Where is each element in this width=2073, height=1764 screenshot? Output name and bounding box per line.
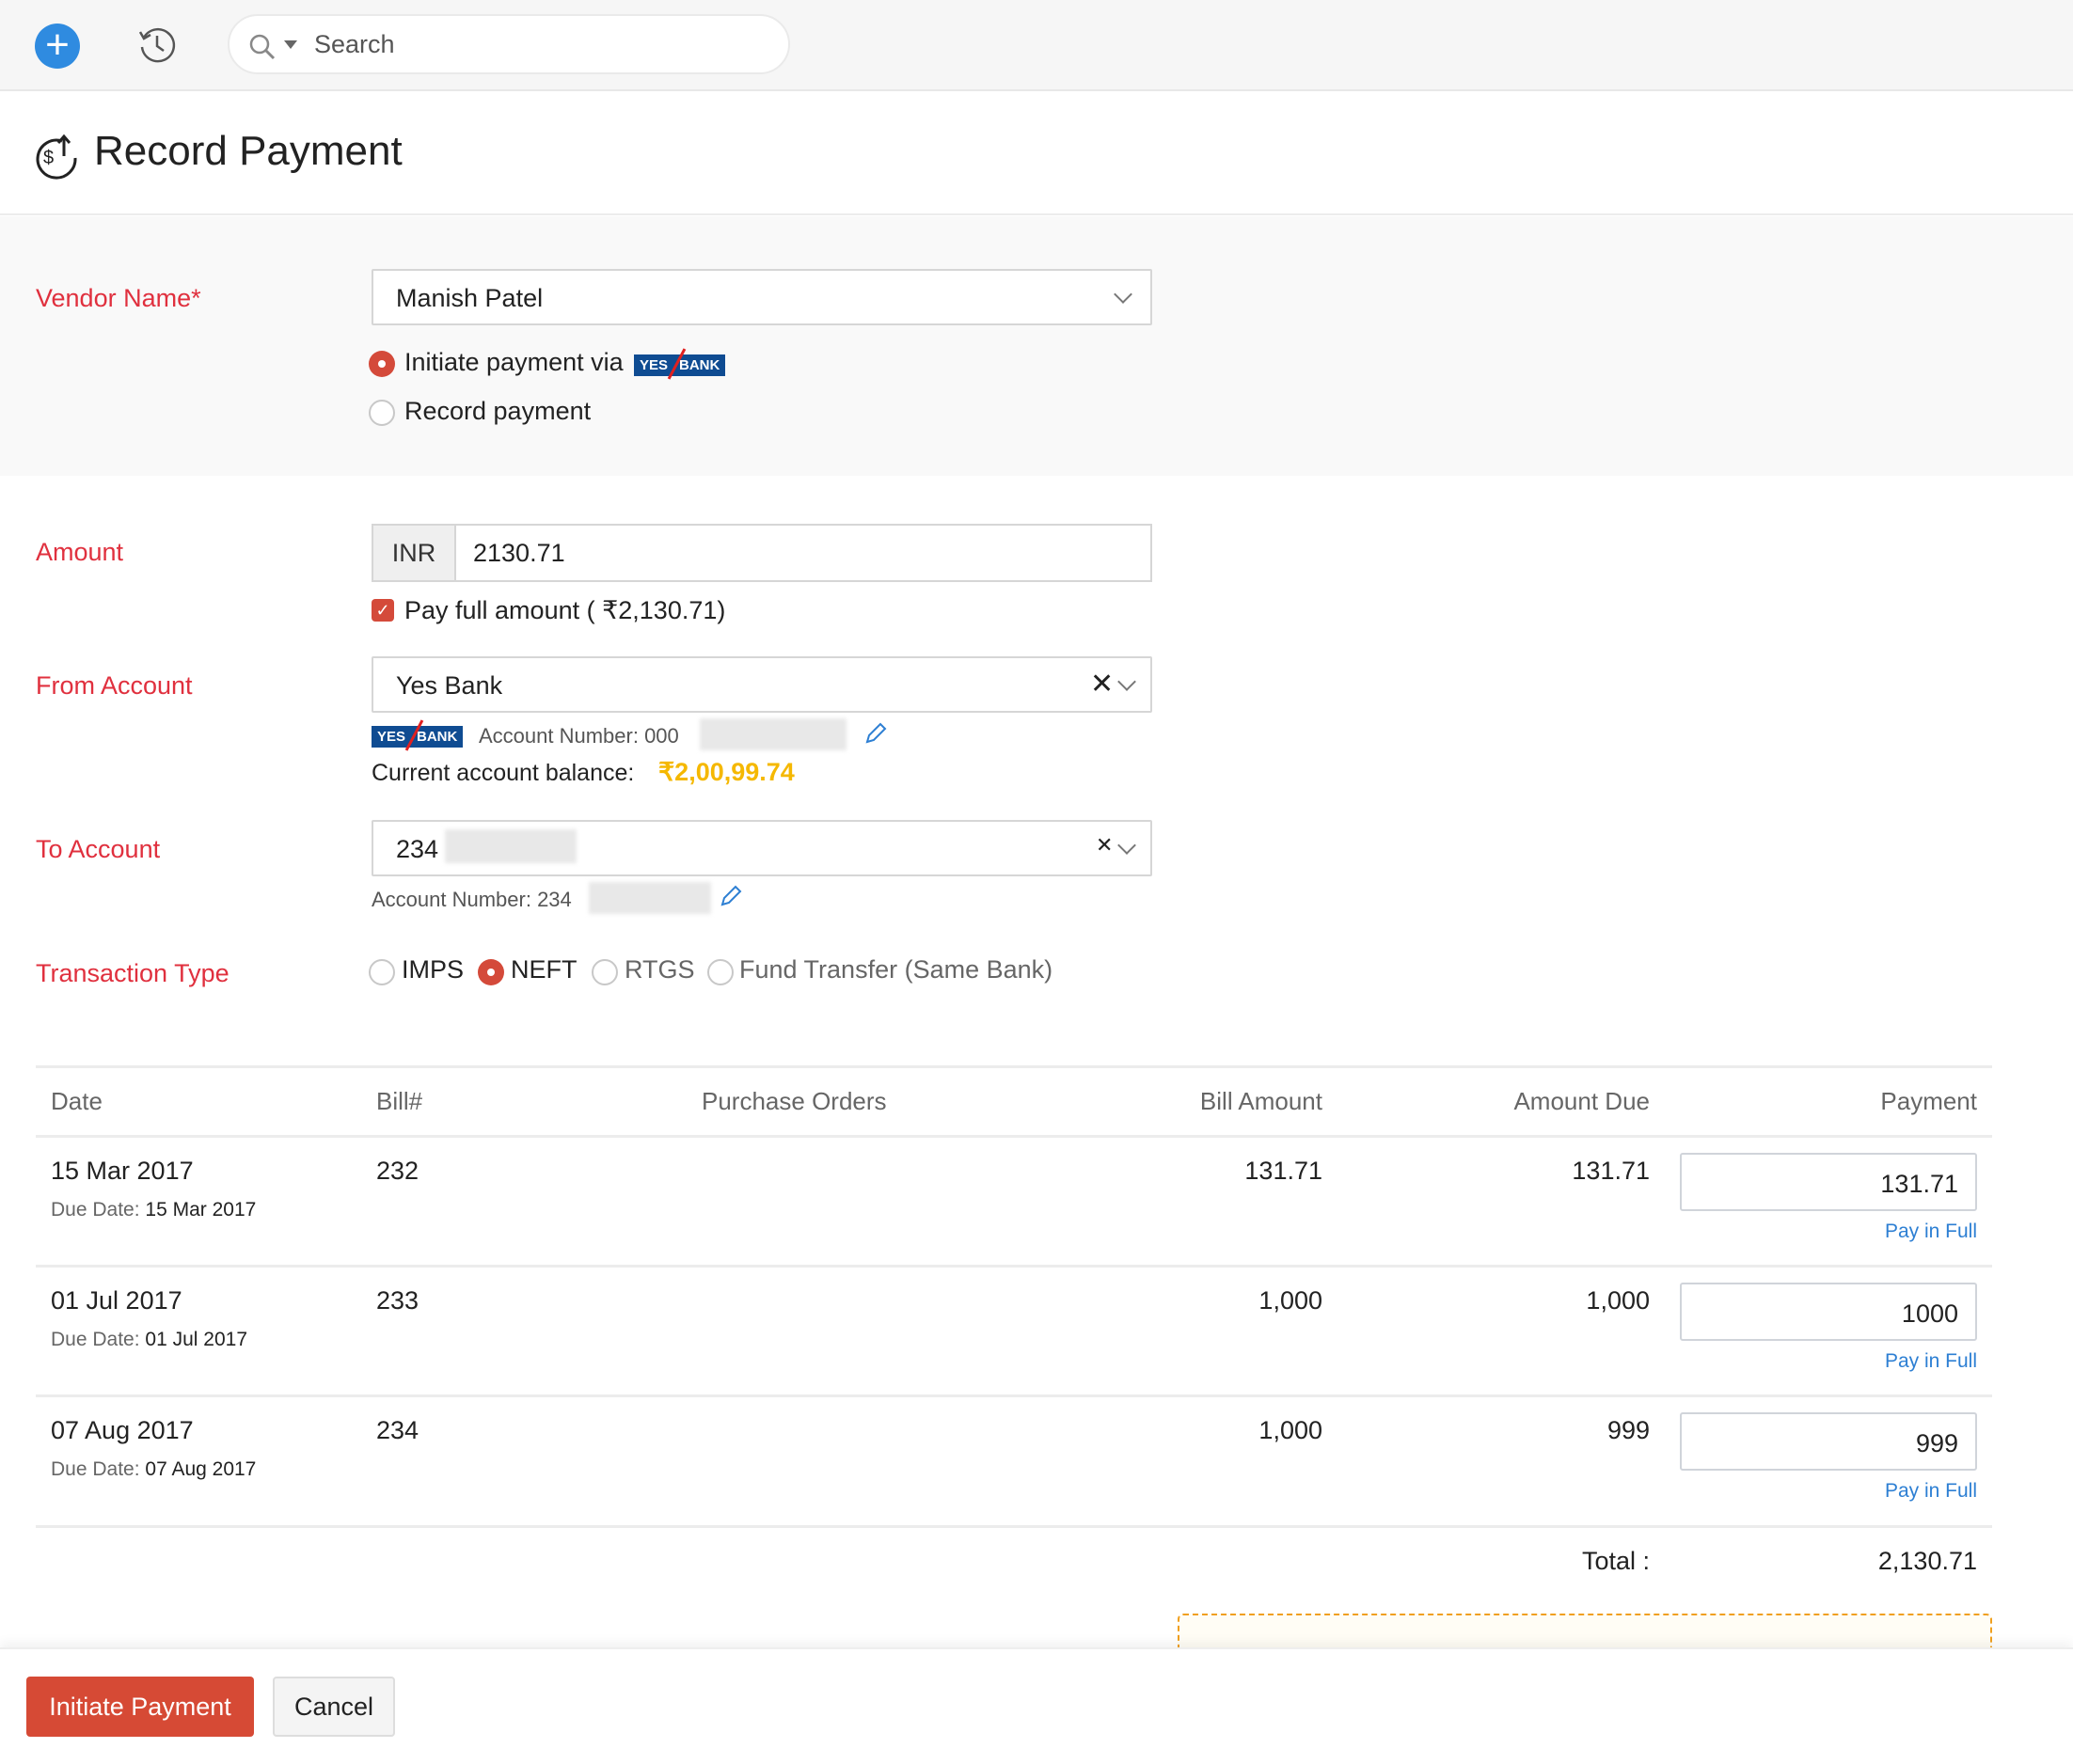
page-title: Record Payment <box>94 128 403 174</box>
vendor-name-select[interactable]: Manish Patel <box>372 269 1152 325</box>
svg-text:$: $ <box>43 148 54 168</box>
chevron-down-icon <box>1114 285 1132 304</box>
bill-number: 232 <box>376 1157 419 1185</box>
header-bill-number: Bill# <box>376 1087 423 1115</box>
edit-pencil-icon[interactable] <box>719 884 743 908</box>
initiate-payment-label: Initiate payment via <box>404 348 624 376</box>
chevron-down-icon <box>1117 836 1136 855</box>
to-account-number: Account Number: 234 <box>372 888 572 911</box>
search-box[interactable]: Search <box>228 14 790 74</box>
currency-code: INR <box>373 526 456 580</box>
table-header-divider <box>36 1135 1992 1138</box>
to-account-select[interactable]: 234 ✕ <box>372 820 1152 876</box>
header-bill-amount: Bill Amount <box>1199 1087 1322 1115</box>
balance-label: Current account balance: <box>372 760 635 786</box>
redacted-account-number <box>700 718 847 750</box>
rtgs-label: RTGS <box>625 955 695 984</box>
bill-number: 234 <box>376 1416 419 1444</box>
payment-input[interactable]: 131.71 <box>1680 1153 1977 1211</box>
search-input[interactable]: Search <box>314 30 395 59</box>
yes-bank-logo: YES BANK <box>634 348 726 380</box>
bill-amount: 131.71 <box>1244 1157 1322 1185</box>
search-filter-dropdown-icon[interactable] <box>284 40 297 49</box>
pay-full-amount-checkbox[interactable]: ✓ <box>372 599 394 622</box>
amount-due: 1,000 <box>1586 1286 1650 1315</box>
vendor-name-label: Vendor Name* <box>36 284 201 312</box>
row-divider <box>36 1265 1992 1268</box>
bill-amount: 1,000 <box>1258 1286 1322 1315</box>
bill-date: 07 Aug 2017 <box>51 1416 194 1444</box>
neft-label: NEFT <box>511 955 578 984</box>
pay-full-amount-label: Pay full amount ( ₹2,130.71) <box>404 596 726 624</box>
due-date: Due Date: 01 Jul 2017 <box>51 1329 247 1350</box>
edit-pencil-icon[interactable] <box>863 721 888 746</box>
balance-value: ₹2,00,99.74 <box>658 758 795 786</box>
redacted-to-account <box>445 829 577 863</box>
chevron-down-icon <box>1117 672 1136 691</box>
row-divider <box>36 1525 1992 1528</box>
due-date: Due Date: 15 Mar 2017 <box>51 1199 257 1221</box>
yes-bank-logo: YES BANK <box>372 719 464 751</box>
rtgs-radio[interactable] <box>592 959 618 985</box>
bill-date: 15 Mar 2017 <box>51 1157 194 1185</box>
payment-input[interactable]: 999 <box>1680 1412 1977 1471</box>
fund-transfer-radio[interactable] <box>707 959 734 985</box>
pay-in-full-link[interactable]: Pay in Full <box>1885 1480 1977 1503</box>
amount-input[interactable]: 2130.71 <box>473 539 565 568</box>
neft-radio[interactable] <box>478 959 504 985</box>
clear-icon[interactable]: ✕ <box>1090 668 1114 701</box>
payment-icon: $ <box>36 134 77 180</box>
bill-number: 233 <box>376 1286 419 1315</box>
to-account-label: To Account <box>36 835 161 863</box>
header-purchase-orders: Purchase Orders <box>702 1087 887 1115</box>
amount-due: 999 <box>1606 1416 1650 1444</box>
record-payment-label: Record payment <box>404 397 592 425</box>
from-account-number: Account Number: 000 <box>479 724 679 748</box>
total-value: 2,130.71 <box>1877 1547 1977 1575</box>
bill-amount: 1,000 <box>1258 1416 1322 1444</box>
total-label: Total : <box>1581 1547 1650 1575</box>
table-top-divider <box>36 1065 1992 1068</box>
amount-due: 131.71 <box>1572 1157 1650 1185</box>
pay-in-full-link[interactable]: Pay in Full <box>1885 1221 1977 1243</box>
clear-icon[interactable]: ✕ <box>1096 833 1113 858</box>
record-payment-radio[interactable] <box>369 400 395 426</box>
imps-label: IMPS <box>402 955 465 984</box>
top-bar: + Search <box>0 0 2073 91</box>
recent-history-icon[interactable] <box>135 23 180 68</box>
redacted-account-number <box>589 882 711 914</box>
from-account-label: From Account <box>36 671 193 700</box>
initiate-payment-button[interactable]: Initiate Payment <box>26 1677 254 1737</box>
transaction-type-label: Transaction Type <box>36 959 229 987</box>
search-icon <box>249 34 276 60</box>
due-date: Due Date: 07 Aug 2017 <box>51 1458 257 1480</box>
header-date: Date <box>51 1087 103 1115</box>
pay-in-full-link[interactable]: Pay in Full <box>1885 1350 1977 1373</box>
payment-input[interactable]: 1000 <box>1680 1283 1977 1341</box>
cancel-button[interactable]: Cancel <box>273 1677 395 1737</box>
header-amount-due: Amount Due <box>1513 1087 1650 1115</box>
row-divider <box>36 1394 1992 1397</box>
bill-date: 01 Jul 2017 <box>51 1286 182 1315</box>
add-new-button[interactable]: + <box>35 24 80 69</box>
amount-field[interactable]: INR 2130.71 <box>372 524 1152 582</box>
fund-transfer-label: Fund Transfer (Same Bank) <box>739 955 1053 984</box>
header-payment: Payment <box>1880 1087 1977 1115</box>
imps-radio[interactable] <box>369 959 395 985</box>
initiate-payment-radio[interactable] <box>369 351 395 377</box>
vendor-section <box>0 216 2073 476</box>
amount-label: Amount <box>36 538 124 566</box>
from-account-select[interactable]: Yes Bank ✕ <box>372 656 1152 713</box>
